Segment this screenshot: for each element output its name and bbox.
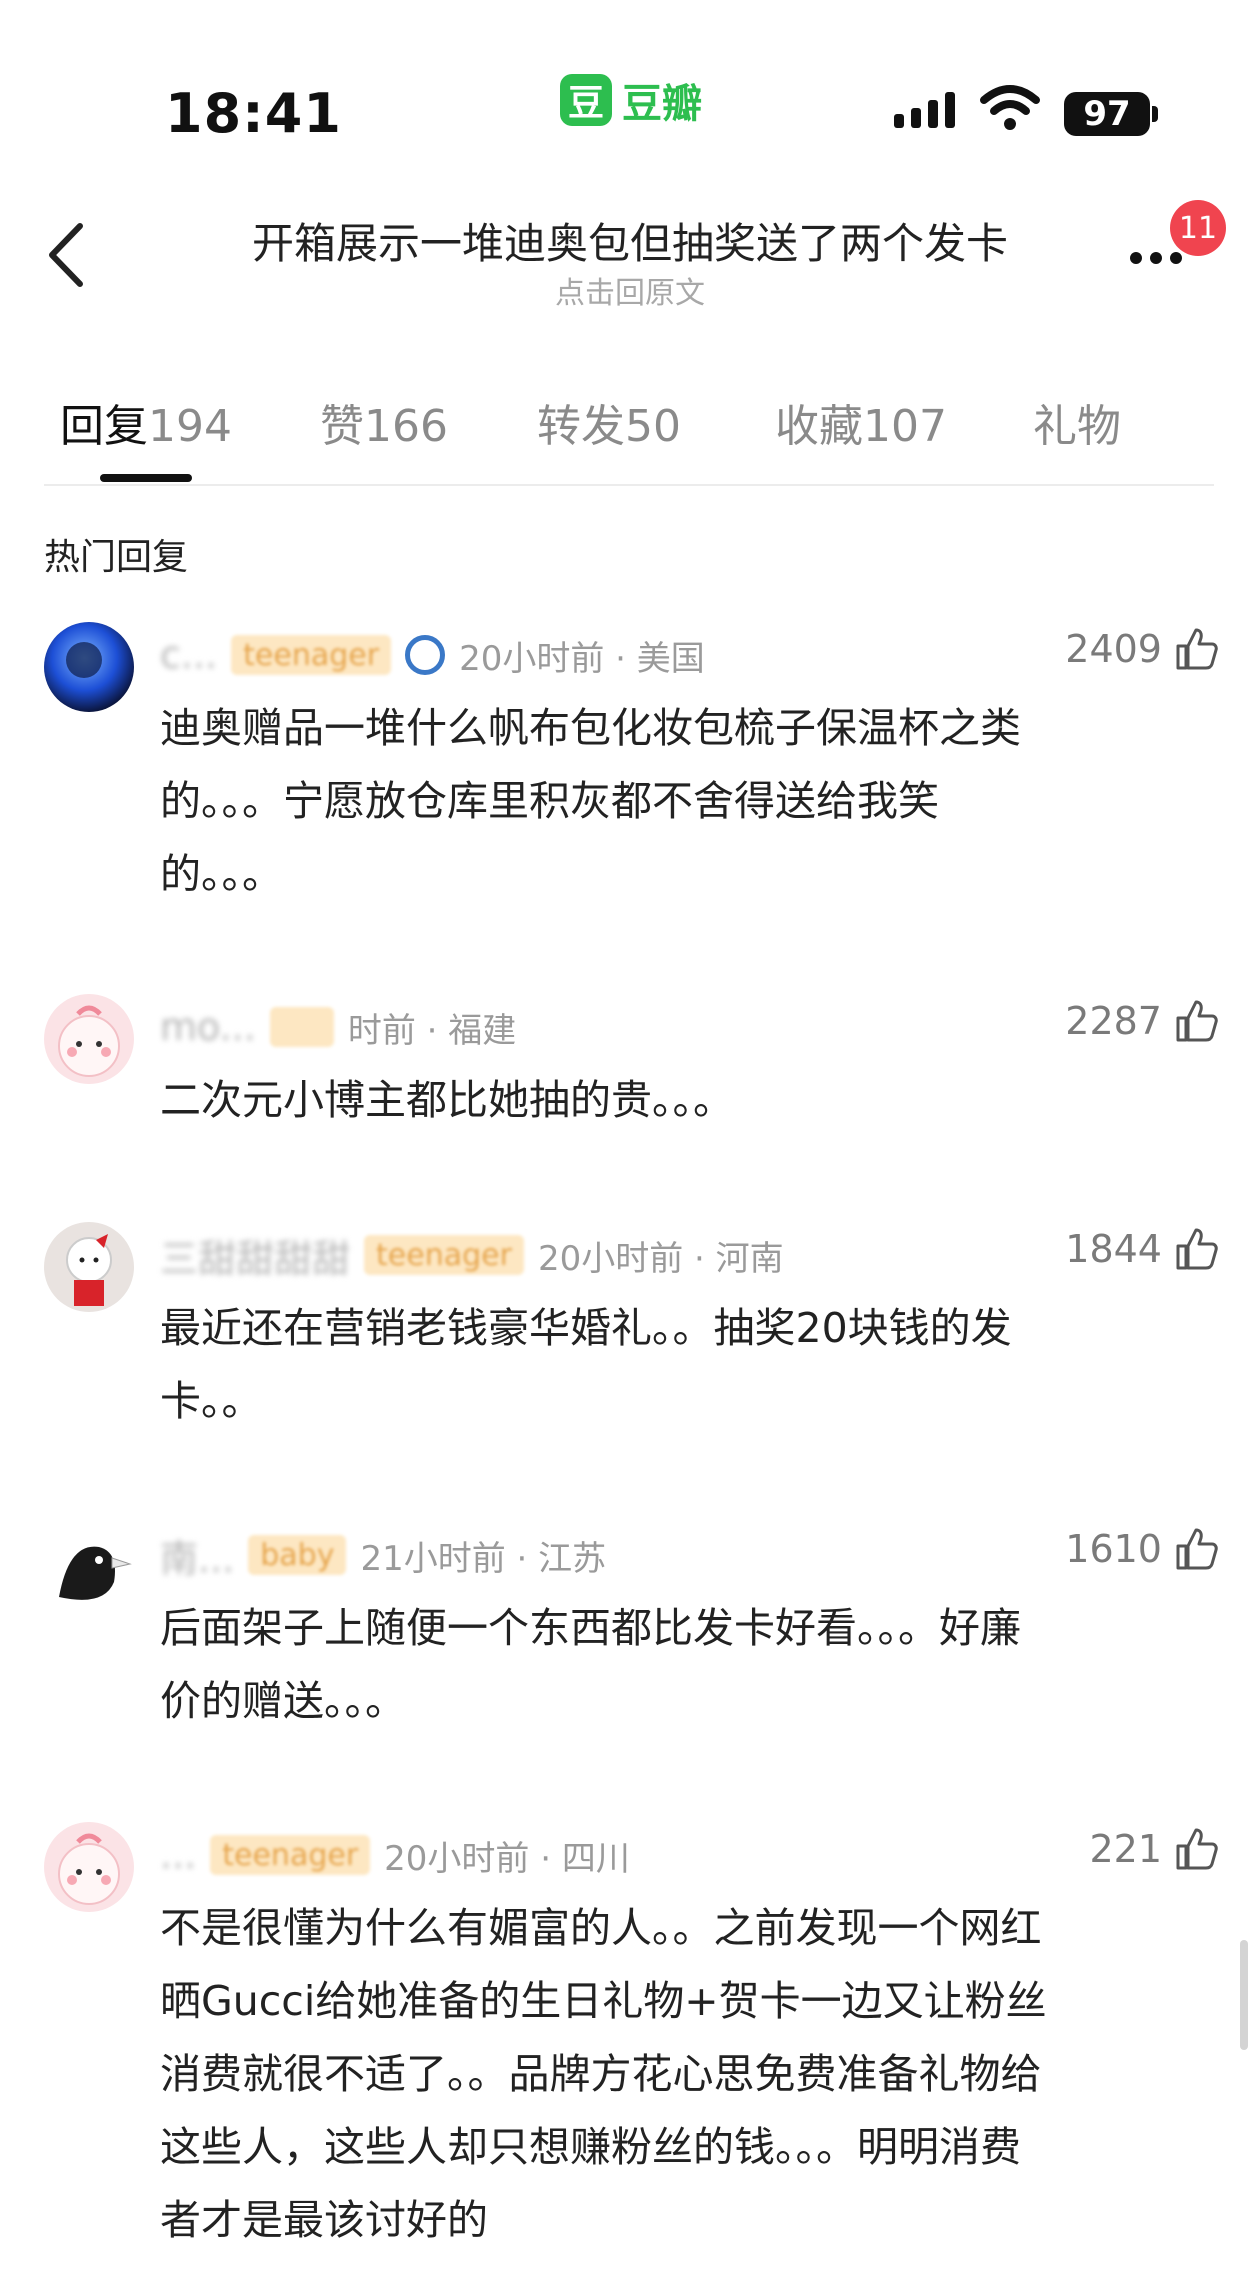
section-heading: 热门回复 [44,537,189,578]
user-tag [269,1007,334,1047]
page-title: 开箱展示一堆迪奥包但抽奖送了两个发卡 [251,219,1008,268]
cellular-signal-icon [894,92,955,128]
notification-badge: 11 [1170,200,1226,256]
username[interactable]: c... [160,633,217,677]
tab-gifts[interactable]: 礼物 [1033,390,1121,454]
tab-count: 107 [863,401,947,452]
username[interactable]: ... [160,1833,196,1877]
comment-meta: ... teenager 20小时前 · 四川 [160,1830,630,1880]
tab-count: 166 [364,401,448,452]
user-tag: teenager [364,1235,524,1275]
time-location: 时前 · 福建 [347,1010,517,1051]
comment-text: 后面架子上随便一个东西都比发卡好看。。。好廉 价的赠送。。。 [160,1592,1200,1738]
comment-meta: mo... 时前 · 福建 [160,1002,516,1052]
comment-line: 的。。。宁愿放仓库里积灰都不舍得送给我笑 [160,777,939,825]
comment-line: 这些人，这些人却只想赚粉丝的钱。。。明明消费 [160,2123,1021,2171]
divider [44,484,1214,486]
user-tag: teenager [210,1835,371,1875]
comment-line: 者才是最该讨好的 [160,2196,488,2244]
battery-cap [1152,106,1158,122]
thumbs-up-icon [1176,1528,1218,1570]
thumbs-up-icon [1176,1828,1218,1870]
time-location: 21小时前 · 江苏 [360,1538,607,1579]
comment-line: 晒Gucci给她准备的生日礼物+贺卡一边又让粉丝 [160,1977,1047,2025]
time-location: 20小时前 · 四川 [384,1838,630,1879]
tab-likes[interactable]: 赞166 [320,390,448,454]
comment-line: 二次元小博主都比她抽的贵。。。 [160,1076,734,1124]
tab-reposts[interactable]: 转发50 [537,390,681,454]
avatar[interactable] [44,1222,134,1312]
user-tag: baby [248,1535,347,1575]
username[interactable]: 三甜甜甜甜 [160,1228,350,1283]
back-to-original-link[interactable]: 点击回原文 [0,268,1260,312]
avatar[interactable] [44,622,134,712]
avatar[interactable] [44,1822,134,1912]
comment-meta: 三甜甜甜甜 teenager 20小时前 · 河南 [160,1228,784,1283]
like-count: 221 [1089,1827,1162,1871]
tab-favorites[interactable]: 收藏107 [775,390,947,454]
tab-label: 回复 [60,401,148,452]
comment-text: 二次元小博主都比她抽的贵。。。 [160,1064,1200,1137]
comment-line: 消费就很不适了。。品牌方花心思免费准备礼物给 [160,2050,1042,2098]
comment-meta: c... teenager 20小时前 · 美国 [160,630,705,680]
comment-line: 迪奥赠品一堆什么帆布包化妆包梳子保温杯之类 [160,704,1021,752]
like-count: 2287 [1065,999,1162,1043]
tab-label: 礼物 [1033,401,1121,452]
like-button[interactable]: 221 [1089,1826,1220,1872]
more-dot-icon [1130,252,1142,264]
comment-line: 最近还在营销老钱豪华婚礼。。抽奖20块钱的发 [160,1304,1012,1352]
wifi-icon [980,85,1040,130]
like-button[interactable]: 2287 [1065,998,1220,1044]
comment-text: 迪奥赠品一堆什么帆布包化妆包梳子保温杯之类 的。。。宁愿放仓库里积灰都不舍得送给… [160,692,1200,911]
comment-meta: 南... baby 21小时前 · 江苏 [160,1528,607,1583]
comment-line: 价的赠送。。。 [160,1677,406,1725]
thumbs-up-icon [1176,1000,1218,1042]
avatar[interactable] [44,1522,134,1612]
tab-replies[interactable]: 回复194 [60,390,232,454]
like-count: 2409 [1065,627,1162,671]
username[interactable]: mo... [160,1005,256,1049]
like-button[interactable]: 1610 [1065,1526,1220,1572]
username[interactable]: 南... [160,1528,234,1583]
comment-line: 后面架子上随便一个东西都比发卡好看。。。好廉 [160,1604,1021,1652]
avatar[interactable] [44,994,134,1084]
more-dot-icon [1150,252,1162,264]
verified-ring-icon [405,635,446,675]
thumbs-up-icon [1176,628,1218,670]
avatar-image [44,622,134,712]
thumbs-up-icon [1176,1228,1218,1270]
tab-label: 转发 [537,401,625,452]
comment-text: 最近还在营销老钱豪华婚礼。。抽奖20块钱的发 卡。。 [160,1292,1200,1438]
avatar-image [44,994,134,1084]
avatar-image [44,1222,134,1312]
comment-line: 的。。。 [160,850,283,898]
like-button[interactable]: 1844 [1065,1226,1220,1272]
comment-line: 不是很懂为什么有媚富的人。。之前发现一个网红 [160,1904,1042,1952]
avatar-image [44,1822,134,1912]
tab-bar: 回复194 赞166 转发50 收藏107 礼物 [60,390,1200,452]
scrollbar[interactable] [1240,1940,1248,2050]
tab-count: 50 [625,401,681,452]
tab-label: 收藏 [775,401,863,452]
user-tag: teenager [231,635,392,675]
more-dot-icon [1170,252,1182,264]
douban-logo-icon: 豆 [560,74,612,126]
battery-indicator: 97 [1064,92,1150,136]
tab-count: 194 [148,401,232,452]
time-location: 20小时前 · 河南 [537,1238,784,1279]
like-count: 1844 [1065,1227,1162,1271]
tab-label: 赞 [320,401,364,452]
time-location: 20小时前 · 美国 [459,638,705,679]
like-count: 1610 [1065,1527,1162,1571]
avatar-image [44,1522,134,1612]
comment-line: 卡。。 [160,1377,263,1425]
app-indicator: 豆 豆瓣 [560,74,702,127]
comment-text: 不是很懂为什么有媚富的人。。之前发现一个网红 晒Gucci给她准备的生日礼物+贺… [160,1892,1200,2257]
like-button[interactable]: 2409 [1065,626,1220,672]
active-tab-indicator [100,474,192,482]
status-time: 18:41 [165,82,342,145]
app-name: 豆瓣 [622,81,702,127]
